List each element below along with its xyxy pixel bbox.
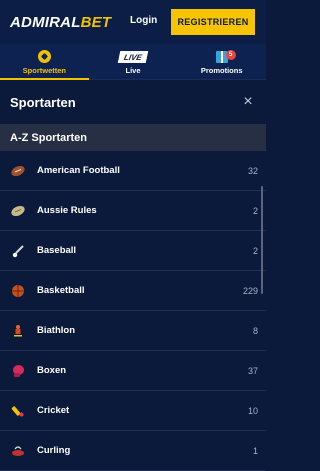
section-heading-az: A-Z Sportarten [0, 124, 266, 151]
sport-label: American Football [37, 165, 120, 176]
nav-tab-label: Sportwetten [22, 66, 66, 75]
soccer-ball-icon [37, 50, 51, 63]
logo-part-2: BET [80, 13, 112, 31]
sport-label: Baseball [37, 245, 77, 256]
sport-label: Basketball [37, 285, 85, 296]
sport-row-boxen[interactable]: Boxen 37 [0, 351, 266, 391]
sports-panel-header: Sportarten × [0, 80, 266, 124]
sport-row-baseball[interactable]: Baseball 2 [0, 231, 266, 271]
nav-tab-label: Promotions [200, 66, 243, 75]
sport-count: 1 [252, 445, 258, 456]
sport-count: 32 [247, 165, 258, 176]
sport-row-biathlon[interactable]: Biathlon 8 [0, 311, 266, 351]
sport-label: Aussie Rules [37, 205, 97, 216]
live-icon: LIVE [117, 51, 149, 63]
sports-list: American Football 32 Aussie Rules 2 Base… [0, 151, 266, 471]
login-link[interactable]: Login [130, 15, 157, 26]
nav-tab-label: Live [125, 66, 141, 75]
list-scrollbar[interactable] [261, 186, 263, 294]
aussie-rules-ball-icon [10, 203, 26, 219]
basketball-icon [10, 283, 26, 299]
sport-count: 8 [252, 325, 258, 336]
boxing-glove-icon [10, 363, 26, 379]
biathlon-icon [10, 323, 26, 339]
main-nav: Sportwetten LIVE Live 5 Promotions [0, 44, 266, 80]
sport-label: Cricket [37, 405, 70, 416]
promotions-count-badge: 5 [225, 50, 236, 60]
sport-row-american-football[interactable]: American Football 32 [0, 151, 266, 191]
sport-row-basketball[interactable]: Basketball 229 [0, 271, 266, 311]
sport-row-aussie-rules[interactable]: Aussie Rules 2 [0, 191, 266, 231]
curling-stone-icon [10, 443, 26, 459]
cricket-icon [10, 403, 26, 419]
top-bar: ADMIRALBET Login REGISTRIEREN [0, 0, 266, 44]
sport-count: 229 [242, 285, 258, 296]
sport-count: 2 [252, 245, 258, 256]
sport-count: 2 [252, 205, 258, 216]
register-button[interactable]: REGISTRIEREN [171, 9, 255, 35]
admiralbet-logo[interactable]: ADMIRALBET [10, 14, 111, 31]
sport-label: Biathlon [37, 325, 75, 336]
close-icon[interactable]: × [240, 93, 256, 111]
sport-label: Boxen [37, 365, 67, 376]
nav-tab-sportwetten[interactable]: Sportwetten [0, 44, 89, 80]
nav-tab-promotions[interactable]: 5 Promotions [177, 44, 266, 79]
sport-row-curling[interactable]: Curling 1 [0, 431, 266, 471]
sport-count: 37 [247, 365, 258, 376]
logo-part-1: ADMIRAL [10, 13, 81, 31]
baseball-icon [10, 243, 26, 259]
panel-title: Sportarten [10, 94, 76, 110]
nav-tab-live[interactable]: LIVE Live [89, 44, 178, 79]
american-football-icon [10, 163, 26, 179]
sport-row-cricket[interactable]: Cricket 10 [0, 391, 266, 431]
sport-label: Curling [37, 445, 71, 456]
sport-count: 10 [247, 405, 258, 416]
